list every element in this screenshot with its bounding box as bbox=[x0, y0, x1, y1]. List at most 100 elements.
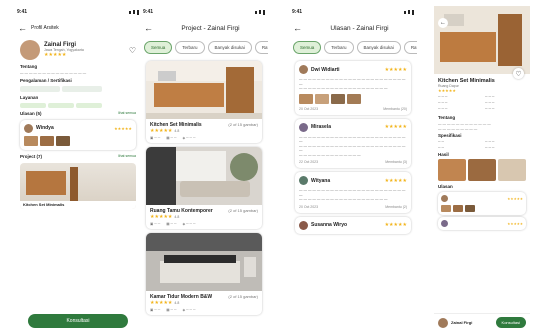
meta-size-icon: ▦ ─ ─ bbox=[166, 136, 177, 140]
review-card[interactable]: Wityana ★★★★★ — — — — — — — — — — — — — —… bbox=[295, 172, 411, 213]
see-all-projects-link[interactable]: lihat semua bbox=[118, 154, 136, 159]
detail-bottom-bar: Zainal Firgi Konsultasi bbox=[434, 313, 530, 331]
owner-name: Zainal Firgi bbox=[451, 320, 473, 325]
profile-header: ← Profil Arsitek bbox=[14, 18, 142, 38]
reviewer-name: Mirasela bbox=[311, 124, 332, 130]
meta-style-icon: ◈ ─ ─ ─ bbox=[182, 308, 196, 312]
project-rating-stars: ★★★★★ bbox=[150, 300, 173, 306]
reviews-section-header: Ulasan (5) lihat semua bbox=[14, 109, 142, 118]
reviews-title: Ulasan - Zainal Firgi bbox=[330, 24, 389, 32]
project-image-count: (2 of 15 gambar) bbox=[228, 122, 258, 127]
project-card[interactable]: Ruang Tamu Kontemporer (2 of 15 gambar) ★… bbox=[146, 147, 262, 229]
review-preview-card[interactable]: Windya ★★★★★ bbox=[20, 119, 136, 150]
review-text: — — — — — — — — — — — — — — — — — — — — … bbox=[299, 77, 406, 90]
review-time: 20 Oct 2023 bbox=[299, 106, 319, 111]
heart-icon[interactable]: ♡ bbox=[129, 46, 136, 55]
services-title: Layanan bbox=[20, 94, 39, 100]
status-time: 9:41 bbox=[292, 9, 303, 15]
meta-room-icon: ▣ ─ ─ bbox=[150, 308, 161, 312]
signal-icon bbox=[129, 9, 139, 15]
project-rating: 4.8 bbox=[174, 129, 180, 133]
review-time: 22 Oct 2023 bbox=[299, 160, 319, 164]
reviewer-avatar bbox=[299, 176, 308, 185]
review-card[interactable]: Mirasela ★★★★★ — — — — — — — — — — — — — … bbox=[295, 118, 411, 168]
detail-review-card[interactable]: ★★★★★ bbox=[438, 217, 526, 230]
filter-chips: Semua Terbaru Banyak disukai Rating bbox=[289, 38, 417, 57]
project-card[interactable]: Kamar Tidur Modern B&W (2 of 15 gambar) ★… bbox=[146, 233, 262, 315]
detail-gallery-title: Hasil bbox=[438, 152, 449, 157]
experience-list bbox=[14, 85, 142, 93]
review-stars: ★★★★★ bbox=[384, 124, 407, 130]
review-card[interactable]: Dwi Widiarti ★★★★★ — — — — — — — — — — — … bbox=[295, 61, 411, 115]
reviewer-name: Susanna Wiryo bbox=[311, 222, 348, 228]
helpful-button[interactable]: Membantu (20) bbox=[383, 107, 407, 111]
profile-screen: 9:41 ← Profil Arsitek Zainal Firgi Jawa … bbox=[14, 6, 142, 331]
experience-title: Pengalaman / Sertifikasi bbox=[20, 77, 72, 83]
review-stars: ★★★★★ bbox=[384, 177, 407, 184]
detail-spec-grid: ─ ─ ─ ─ ─ ─ ─ ─ ─ ─ ─ ─ ─ ─ ─ ─ ─ ─ bbox=[438, 95, 495, 111]
status-bar: 9:41 bbox=[140, 6, 268, 18]
status-bar: 9:41 bbox=[14, 6, 142, 18]
status-bar: 9:41 bbox=[289, 6, 417, 18]
detail-spec-title: Spesifikasi bbox=[438, 133, 462, 138]
review-text: — — — — — — — — — — — — — — — — — — — — … bbox=[299, 134, 406, 157]
avatar bbox=[20, 40, 40, 60]
review-stars: ★★★★★ bbox=[384, 222, 407, 228]
back-arrow-icon[interactable]: ← bbox=[293, 23, 302, 33]
projects-title: Project (7) bbox=[20, 153, 43, 159]
signal-icon bbox=[255, 9, 265, 15]
chip-newest[interactable]: Terbaru bbox=[324, 41, 354, 54]
detail-gallery[interactable] bbox=[434, 159, 530, 181]
project-detail-screen: ← ♡ Kitchen Set Minimalis Ruang Dapur ★★… bbox=[434, 6, 530, 331]
project-card[interactable]: Kitchen Set Minimalis (2 of 15 gambar) ★★… bbox=[146, 61, 262, 143]
project-rating: 4.8 bbox=[174, 301, 180, 305]
consult-button[interactable]: Konsultasi bbox=[28, 314, 128, 328]
signal-icon bbox=[404, 9, 414, 15]
back-arrow-icon[interactable]: ← bbox=[18, 23, 27, 33]
reviewer-avatar bbox=[299, 220, 308, 230]
chip-popular[interactable]: Banyak disukai bbox=[356, 41, 401, 54]
detail-about-text: — — — — — — — — — — — — — — — — — — — — — bbox=[438, 122, 491, 131]
meta-room-icon: ▣ ─ ─ bbox=[150, 222, 161, 226]
project-image bbox=[146, 147, 262, 205]
project-rating-stars: ★★★★★ bbox=[150, 214, 173, 220]
back-arrow-icon[interactable]: ← bbox=[438, 18, 448, 28]
consult-button[interactable]: Konsultasi bbox=[495, 317, 526, 328]
project-rating: 4.8 bbox=[174, 215, 180, 219]
back-arrow-icon[interactable]: ← bbox=[144, 23, 153, 33]
detail-reviews-title: Ulasan bbox=[438, 184, 453, 189]
review-text: — — — — — — — — — — — — — — — — — — — — … bbox=[299, 188, 406, 201]
see-all-reviews-link[interactable]: lihat semua bbox=[118, 111, 136, 116]
about-title: Tentang bbox=[20, 64, 38, 69]
meta-size-icon: ▦ ─ ─ bbox=[166, 308, 177, 312]
projects-screen: 9:41 ← Project - Zainal Firgi Semua Terb… bbox=[140, 6, 268, 331]
projects-title: Project - Zainal Firgi bbox=[181, 24, 240, 32]
meta-style-icon: ◈ ─ ─ ─ bbox=[182, 222, 196, 226]
reviewer-name: Dwi Widiarti bbox=[311, 66, 340, 73]
review-time: 20 Oct 2023 bbox=[299, 204, 319, 209]
review-stars: ★★★★★ bbox=[384, 66, 407, 73]
review-card[interactable]: Susanna Wiryo ★★★★★ bbox=[295, 216, 411, 234]
rating-stars: ★★★★★ bbox=[44, 52, 67, 58]
detail-spec-list: ─ ─ ─ ─ ─ ─ ─ ─ ─ ─ bbox=[438, 140, 495, 150]
meta-style-icon: ◈ ─ ─ ─ bbox=[182, 136, 196, 140]
review-preview-name: Windya bbox=[36, 125, 54, 131]
detail-review-card[interactable]: ★★★★★ bbox=[438, 192, 526, 215]
reviews-title: Ulasan (5) bbox=[20, 110, 42, 116]
heart-icon[interactable]: ♡ bbox=[513, 68, 524, 79]
detail-hero-image: ← ♡ bbox=[434, 6, 530, 79]
detail-about-title: Tentang bbox=[438, 115, 456, 120]
chip-rating[interactable]: Rating bbox=[403, 41, 417, 54]
helpful-button[interactable]: Membantu (3) bbox=[385, 160, 407, 164]
chip-popular[interactable]: Banyak disukai bbox=[207, 41, 252, 54]
chip-newest[interactable]: Terbaru bbox=[175, 41, 205, 54]
chip-all[interactable]: Semua bbox=[144, 41, 173, 54]
project-preview-card[interactable]: Kitchen Set Minimalis bbox=[20, 162, 136, 209]
profile-summary: Zainal Firgi Jawa Tengah, Yogyakarta ★★★… bbox=[14, 38, 142, 62]
helpful-button[interactable]: Membantu (2) bbox=[385, 205, 407, 209]
status-time: 9:41 bbox=[143, 9, 154, 15]
chip-rating[interactable]: Rating bbox=[254, 41, 268, 54]
project-image-count: (2 of 15 gambar) bbox=[228, 208, 258, 213]
projects-header: ← Project - Zainal Firgi bbox=[140, 18, 268, 38]
chip-all[interactable]: Semua bbox=[293, 41, 322, 54]
